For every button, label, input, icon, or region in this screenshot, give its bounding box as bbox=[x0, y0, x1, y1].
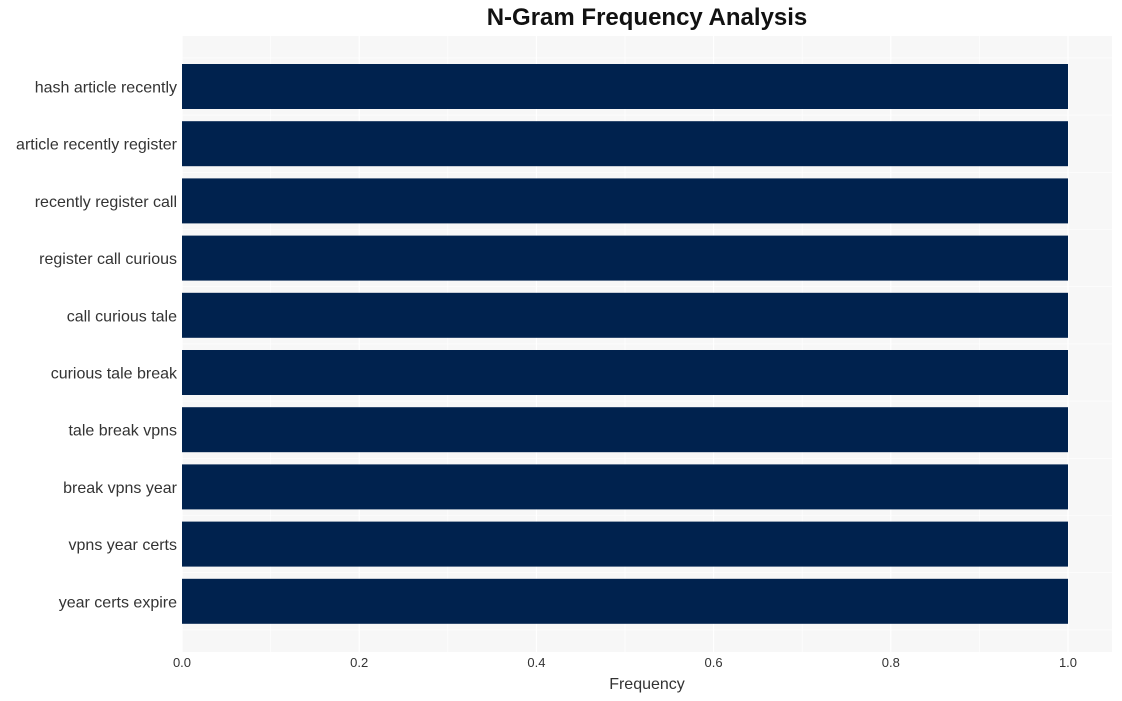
y-tick-label: vpns year certs bbox=[69, 537, 177, 554]
bar bbox=[182, 464, 1068, 510]
bar bbox=[182, 350, 1068, 395]
bar bbox=[182, 235, 1068, 281]
x-tick-label: 1.0 bbox=[1059, 655, 1077, 670]
x-tick-label: 0.6 bbox=[705, 655, 723, 670]
bar bbox=[182, 578, 1068, 624]
bar bbox=[182, 292, 1068, 338]
bar bbox=[182, 407, 1068, 453]
bar bbox=[182, 64, 1068, 109]
y-tick-labels: hash article recently article recently re… bbox=[16, 80, 178, 612]
x-tick-label: 0.2 bbox=[350, 655, 368, 670]
y-tick-label: article recently register bbox=[16, 137, 178, 154]
x-tick-label: 0.8 bbox=[882, 655, 900, 670]
y-tick-label: recently register call bbox=[35, 194, 177, 211]
x-tick-labels: 0.0 0.2 0.4 0.6 0.8 1.0 bbox=[173, 655, 1077, 670]
y-tick-label: curious tale break bbox=[51, 366, 178, 383]
y-tick-label: hash article recently bbox=[35, 80, 177, 97]
y-tick-label: year certs expire bbox=[59, 594, 177, 611]
x-tick-label: 0.0 bbox=[173, 655, 191, 670]
y-tick-label: break vpns year bbox=[63, 480, 178, 497]
bar bbox=[182, 521, 1068, 567]
bar bbox=[182, 121, 1068, 167]
x-tick-label: 0.4 bbox=[527, 655, 545, 670]
x-axis-label: Frequency bbox=[609, 676, 685, 693]
y-tick-label: call curious tale bbox=[67, 308, 177, 325]
y-tick-label: register call curious bbox=[39, 251, 177, 268]
y-tick-label: tale break vpns bbox=[68, 423, 177, 440]
bar bbox=[182, 178, 1068, 224]
bar-chart: hash article recently article recently re… bbox=[16, 36, 1112, 693]
